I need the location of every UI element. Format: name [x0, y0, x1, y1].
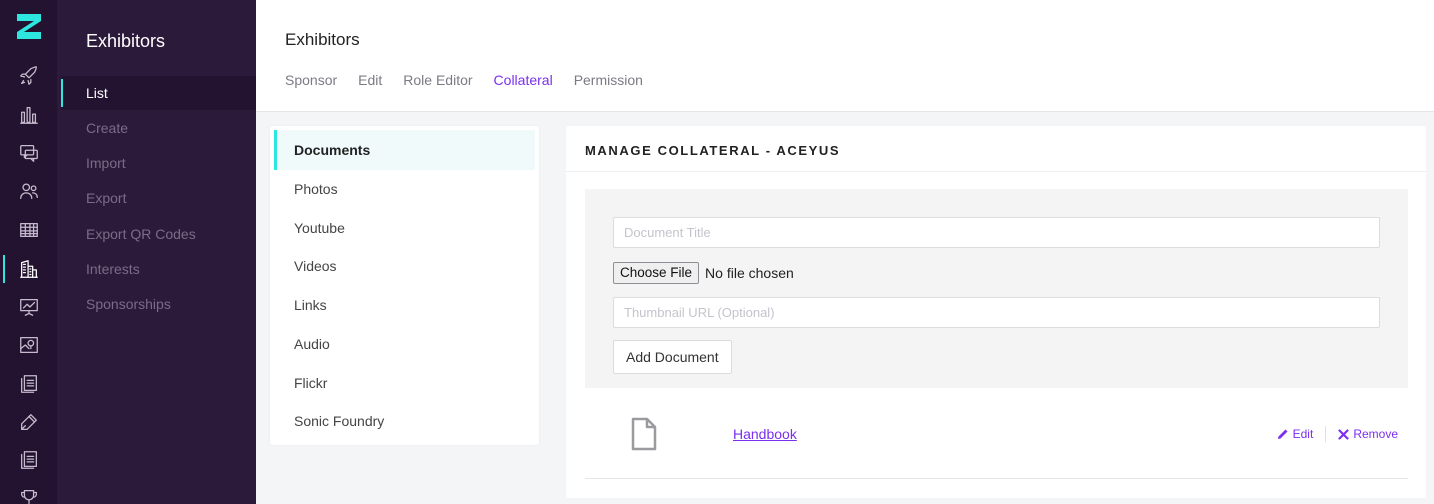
chat-icon[interactable] [0, 135, 57, 171]
sidebar-item-export[interactable]: Export [61, 181, 256, 215]
trophy-icon[interactable] [0, 480, 57, 504]
remove-label: Remove [1353, 427, 1398, 441]
type-item-photos[interactable]: Photos [274, 169, 535, 209]
tab-collateral[interactable]: Collateral [494, 72, 553, 88]
sidebar-item-sponsorships[interactable]: Sponsorships [61, 287, 256, 321]
page-title: Exhibitors [285, 30, 360, 49]
type-item-flickr[interactable]: Flickr [274, 363, 535, 403]
icon-rail [0, 0, 57, 504]
file-status: No file chosen [705, 265, 794, 281]
edit-document-button[interactable]: Edit [1277, 427, 1314, 441]
section-sidebar: Exhibitors List Create Import Export Exp… [57, 0, 256, 504]
document-name-link[interactable]: Handbook [733, 426, 797, 442]
action-divider [1325, 426, 1327, 442]
pages-icon[interactable] [0, 442, 57, 478]
document-title-input[interactable] [613, 217, 1380, 248]
app-logo[interactable] [0, 0, 57, 58]
close-icon [1338, 428, 1349, 440]
rocket-icon[interactable] [0, 58, 57, 94]
map-icon[interactable] [0, 327, 57, 363]
add-document-form: Choose File No file chosen Add Document [585, 189, 1408, 388]
sidebar-item-import[interactable]: Import [61, 146, 256, 180]
edit-label: Edit [1292, 427, 1314, 441]
collateral-type-list: Documents Photos Youtube Videos Links Au… [270, 126, 539, 445]
tab-permission[interactable]: Permission [574, 72, 643, 88]
type-item-links[interactable]: Links [274, 285, 535, 325]
panel-divider [566, 171, 1426, 172]
bar-chart-icon[interactable] [0, 97, 57, 133]
document-row: Handbook Edit Remove [585, 388, 1408, 479]
presentation-icon[interactable] [0, 289, 57, 325]
tab-role-editor[interactable]: Role Editor [403, 72, 472, 88]
panel-title: MANAGE COLLATERAL - ACEYUS [585, 143, 841, 158]
remove-document-button[interactable]: Remove [1338, 427, 1398, 441]
logo-icon [16, 14, 41, 39]
document-icon[interactable] [0, 366, 57, 402]
sidebar-item-export-qr-codes[interactable]: Export QR Codes [61, 217, 256, 251]
sidebar-title: Exhibitors [86, 31, 166, 51]
people-icon[interactable] [0, 173, 57, 209]
pencil-icon [1277, 429, 1288, 439]
type-item-audio[interactable]: Audio [274, 324, 535, 364]
manage-collateral-panel: MANAGE COLLATERAL - ACEYUS Choose File N… [566, 126, 1426, 498]
tab-sponsor[interactable]: Sponsor [285, 72, 337, 88]
tab-bar: Sponsor Edit Role Editor Collateral Perm… [285, 72, 643, 88]
page-header: Exhibitors Sponsor Edit Role Editor Coll… [256, 0, 1434, 112]
sidebar-item-interests[interactable]: Interests [61, 252, 256, 286]
file-icon [631, 417, 657, 451]
type-item-sonic-foundry[interactable]: Sonic Foundry [274, 401, 535, 441]
sidebar-item-list[interactable]: List [61, 76, 256, 110]
thumbnail-url-input[interactable] [613, 297, 1380, 328]
choose-file-button[interactable]: Choose File [613, 262, 700, 284]
type-item-videos[interactable]: Videos [274, 246, 535, 286]
add-document-button[interactable]: Add Document [613, 340, 732, 374]
tab-edit[interactable]: Edit [358, 72, 382, 88]
file-picker: Choose File No file chosen [613, 262, 794, 284]
pen-icon[interactable] [0, 404, 57, 440]
table-icon[interactable] [0, 212, 57, 248]
type-item-youtube[interactable]: Youtube [274, 208, 535, 248]
document-actions: Edit Remove [1277, 426, 1398, 442]
type-item-documents[interactable]: Documents [274, 130, 535, 170]
building-icon[interactable] [0, 251, 57, 287]
sidebar-item-create[interactable]: Create [61, 111, 256, 145]
